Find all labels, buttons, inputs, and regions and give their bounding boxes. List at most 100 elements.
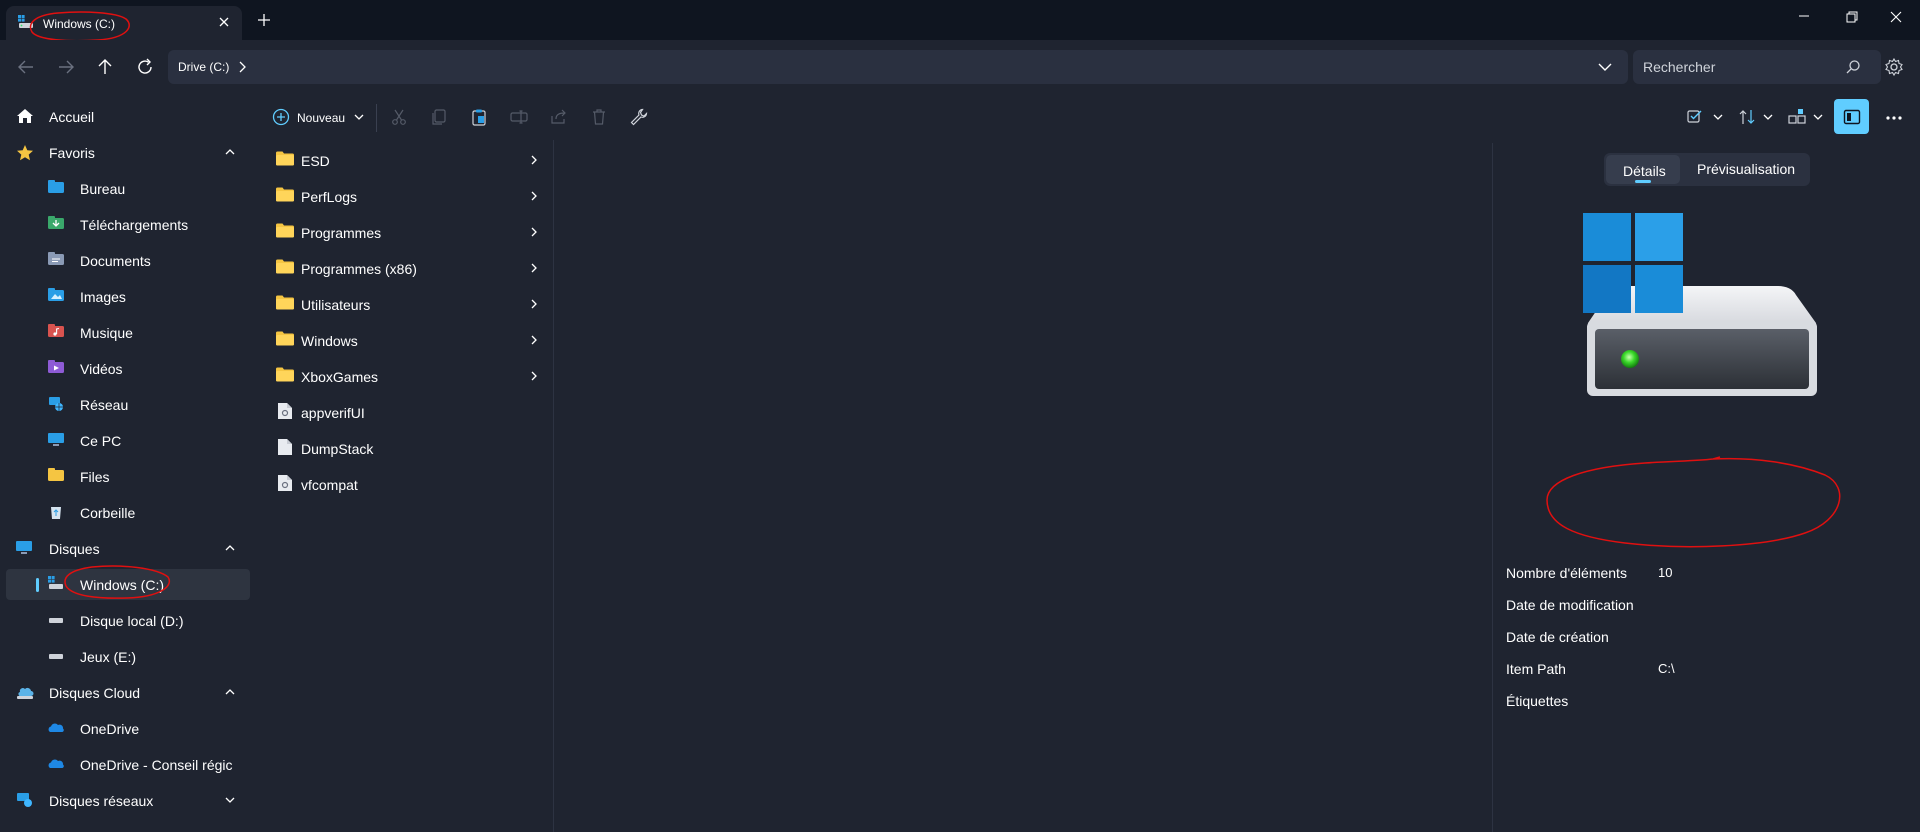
chevron-right-icon[interactable]	[528, 262, 540, 274]
sidebar-item-disque-local-d[interactable]: Disque local (D:)	[6, 605, 250, 636]
new-button[interactable]: Nouveau	[297, 111, 345, 125]
sidebar-section-label: Disques Cloud	[49, 685, 141, 701]
chevron-down-icon[interactable]	[224, 794, 236, 806]
search-icon[interactable]	[1845, 59, 1861, 75]
property-name: Date de modification	[1506, 597, 1634, 613]
back-arrow-icon[interactable]	[15, 56, 37, 78]
chevron-down-icon[interactable]	[1762, 111, 1774, 123]
breadcrumb[interactable]: Drive (C:)	[168, 50, 1628, 84]
paste-icon[interactable]	[470, 108, 488, 126]
restore-icon[interactable]	[1842, 8, 1862, 28]
forward-arrow-icon[interactable]	[55, 56, 77, 78]
sidebar-item-telechargements[interactable]: Téléchargements	[6, 209, 250, 240]
file-row[interactable]: vfcompat	[258, 467, 554, 501]
up-arrow-icon[interactable]	[94, 56, 116, 78]
sidebar-section-disques-reseaux[interactable]: Disques réseaux	[6, 785, 250, 816]
sidebar-item-ce-pc[interactable]: Ce PC	[6, 425, 250, 456]
sidebar-item-reseau[interactable]: Réseau	[6, 389, 250, 420]
sidebar-section-favoris[interactable]: Favoris	[6, 137, 250, 168]
copy-icon[interactable]	[430, 108, 448, 126]
new-plus-icon[interactable]	[272, 108, 290, 126]
chevron-down-icon[interactable]	[1597, 59, 1613, 75]
sidebar-item-label: Ce PC	[80, 433, 122, 449]
rename-icon[interactable]	[510, 108, 528, 126]
file-row[interactable]: Utilisateurs	[258, 287, 554, 321]
folder-icon	[276, 366, 294, 382]
chevron-right-icon[interactable]	[528, 190, 540, 202]
chevron-up-icon[interactable]	[224, 686, 236, 698]
chevron-right-icon[interactable]	[528, 154, 540, 166]
sidebar-item-onedrive[interactable]: OneDrive	[6, 713, 250, 744]
documents-folder-icon	[48, 252, 64, 266]
chevron-right-icon[interactable]	[528, 226, 540, 238]
file-row[interactable]: DumpStack	[258, 431, 554, 465]
cut-icon[interactable]	[390, 108, 408, 126]
sidebar-item-accueil[interactable]: Accueil	[6, 101, 250, 132]
chevron-right-icon[interactable]	[237, 60, 249, 74]
annotation-oval-sidebar	[64, 565, 171, 599]
sidebar-item-label: Images	[80, 289, 126, 305]
file-icon	[277, 438, 293, 456]
more-options-icon[interactable]	[1885, 109, 1903, 127]
tab-preview[interactable]: Prévisualisation	[1697, 161, 1795, 177]
sidebar-item-images[interactable]: Images	[6, 281, 250, 312]
tab-details[interactable]: Détails	[1606, 155, 1680, 184]
toggle-pane-button[interactable]	[1834, 99, 1869, 134]
sidebar-item-jeux-e[interactable]: Jeux (E:)	[6, 641, 250, 672]
sidebar-item-files[interactable]: Files	[6, 461, 250, 492]
chevron-up-icon[interactable]	[224, 146, 236, 158]
property-row: Date de création	[1506, 629, 1906, 649]
search-input[interactable]	[1633, 50, 1881, 84]
file-icon	[277, 474, 293, 492]
sidebar-item-musique[interactable]: Musique	[6, 317, 250, 348]
sidebar-item-videos[interactable]: Vidéos	[6, 353, 250, 384]
sidebar-item-documents[interactable]: Documents	[6, 245, 250, 276]
file-row[interactable]: appverifUI	[258, 395, 554, 429]
file-row[interactable]: Programmes	[258, 215, 554, 249]
details-preview-toggle: Détails Prévisualisation	[1604, 153, 1810, 186]
tab-details-label: Détails	[1623, 163, 1666, 179]
music-folder-icon	[48, 324, 64, 338]
refresh-icon[interactable]	[134, 56, 156, 78]
close-tab-icon[interactable]	[218, 16, 230, 28]
share-icon[interactable]	[550, 108, 568, 126]
selection-mode-icon[interactable]	[1687, 108, 1705, 126]
sidebar-item-corbeille[interactable]: Corbeille	[6, 497, 250, 528]
sidebar-section-label: Disques	[49, 541, 100, 557]
folder-icon	[276, 186, 294, 202]
sidebar-item-bureau[interactable]: Bureau	[6, 173, 250, 204]
file-name: XboxGames	[301, 369, 379, 385]
property-name: Étiquettes	[1506, 693, 1569, 709]
chevron-right-icon[interactable]	[528, 370, 540, 382]
chevron-down-icon[interactable]	[353, 111, 365, 123]
chevron-right-icon[interactable]	[528, 298, 540, 310]
group-icon[interactable]	[1788, 108, 1806, 126]
gear-icon[interactable]	[1884, 57, 1904, 77]
file-row[interactable]: Programmes (x86)	[258, 251, 554, 285]
chevron-up-icon[interactable]	[224, 542, 236, 554]
sidebar-item-onedrive-conseil[interactable]: OneDrive - Conseil régic	[6, 749, 250, 780]
properties-wrench-icon[interactable]	[630, 108, 648, 126]
computer-icon	[16, 540, 32, 556]
sidebar-item-label: OneDrive	[80, 721, 140, 737]
sort-icon[interactable]	[1738, 108, 1756, 126]
property-name: Nombre d'éléments	[1506, 565, 1627, 581]
file-row[interactable]: ESD	[258, 143, 554, 177]
folder-icon	[276, 330, 294, 346]
file-row[interactable]: XboxGames	[258, 359, 554, 393]
sidebar-section-disques[interactable]: Disques	[6, 533, 250, 564]
close-window-icon[interactable]	[1886, 8, 1906, 28]
breadcrumb-drive-c[interactable]: Drive (C:)	[178, 60, 229, 74]
minimize-icon[interactable]	[1794, 8, 1814, 28]
chevron-down-icon[interactable]	[1812, 111, 1824, 123]
desktop-folder-icon	[48, 180, 64, 194]
delete-icon[interactable]	[590, 108, 608, 126]
new-tab-icon[interactable]	[258, 14, 270, 26]
sidebar-item-label: OneDrive - Conseil régic	[80, 757, 233, 773]
toolbar-separator	[376, 104, 377, 132]
sidebar-section-disques-cloud[interactable]: Disques Cloud	[6, 677, 250, 708]
file-row[interactable]: PerfLogs	[258, 179, 554, 213]
chevron-down-icon[interactable]	[1712, 111, 1724, 123]
file-row[interactable]: Windows	[258, 323, 554, 357]
chevron-right-icon[interactable]	[528, 334, 540, 346]
